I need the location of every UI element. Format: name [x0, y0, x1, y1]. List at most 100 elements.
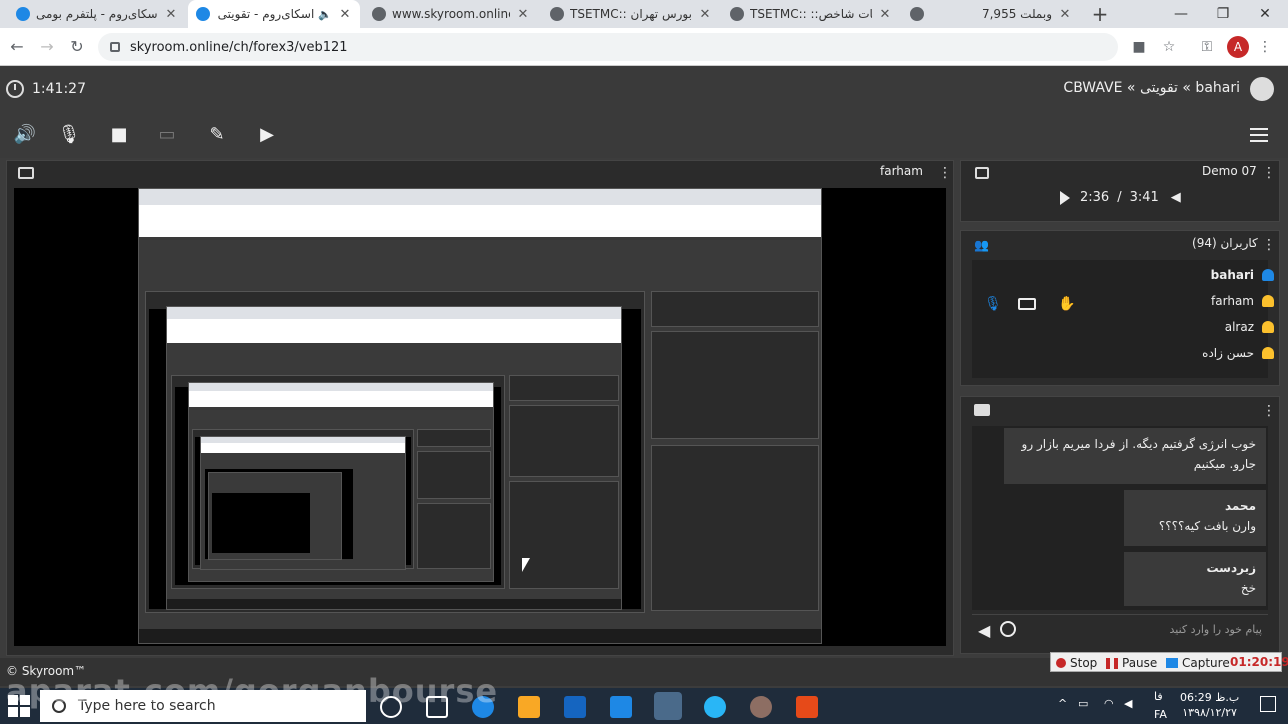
close-icon[interactable]: ✕: [338, 7, 352, 22]
chat-message: محمد وارن بافت کیه؟؟؟؟: [1124, 490, 1266, 546]
screen-icon[interactable]: [1018, 298, 1036, 310]
speaker-icon[interactable]: 🔊: [12, 124, 38, 146]
back-arrow-icon[interactable]: ←: [6, 36, 28, 58]
window-close-button[interactable]: ✕: [1244, 0, 1286, 28]
media-menu-icon[interactable]: ⋮: [1262, 166, 1276, 180]
globe-icon: [730, 7, 744, 21]
new-tab-button[interactable]: +: [1088, 2, 1112, 26]
user-account-icon[interactable]: [1250, 77, 1274, 101]
clock-icon: [6, 80, 24, 98]
browser-tab-6[interactable]: وبملت 7,955 ✕: [902, 0, 1080, 28]
nested-screen-level-5: [208, 472, 342, 560]
tab-label: وبملت 7,955: [981, 7, 1052, 21]
close-icon[interactable]: ✕: [1058, 7, 1072, 22]
capture-icon: [1166, 658, 1178, 668]
brush-icon[interactable]: ✎: [204, 124, 230, 146]
chat-menu-icon[interactable]: ⋮: [1262, 404, 1276, 418]
pause-label: Pause: [1122, 656, 1158, 670]
tray-chevron-icon[interactable]: ^: [1058, 697, 1067, 710]
globe-icon: [910, 7, 924, 21]
browser-tab-3[interactable]: www.skyroom.online ✕: [364, 0, 538, 28]
chat-icon: [974, 404, 990, 416]
rec-capture-button[interactable]: Capture: [1166, 654, 1230, 672]
chat-input[interactable]: ◀ پیام خود را وارد کنید: [972, 614, 1268, 644]
browser-tab-4[interactable]: TSETMC:: بورس تهران :: ✕: [542, 0, 720, 28]
volume-icon[interactable]: ◀: [1171, 190, 1181, 205]
user-row[interactable]: حسن زاده: [1202, 346, 1274, 360]
close-icon[interactable]: ✕: [516, 7, 530, 22]
chat-placeholder: پیام خود را وارد کنید: [1169, 623, 1262, 636]
minimize-button[interactable]: —: [1160, 0, 1202, 28]
media-title: Demo 07: [1202, 164, 1257, 178]
user-row[interactable]: farham: [1211, 294, 1274, 308]
play-icon[interactable]: [1060, 190, 1070, 205]
skyroom-favicon-icon: [196, 7, 210, 21]
user-name: حسن زاده: [1202, 346, 1254, 360]
sipan-icon[interactable]: [750, 696, 772, 718]
user-icon: [1262, 347, 1274, 359]
laptop-icon: [18, 167, 34, 179]
telegram-icon[interactable]: [704, 696, 726, 718]
app-icon[interactable]: [796, 696, 818, 718]
screen-share-icon[interactable]: ▭: [154, 124, 180, 146]
taskbar-clock[interactable]: 06:29 ب.ظ ۱۳۹۸/۱۲/۲۷: [1180, 690, 1239, 720]
user-name: alraz: [1224, 320, 1254, 334]
browser-tab-5[interactable]: TSETMC:: ::ـات شاخص ✕: [722, 0, 900, 28]
emoji-icon[interactable]: [1000, 621, 1016, 637]
browser-tab-1[interactable]: اسکای‌روم - پلتفرم بومی ✕: [8, 0, 186, 28]
room-toolbar: [0, 112, 1288, 158]
chrome-icon-active[interactable]: [654, 692, 682, 720]
keyboard-lang[interactable]: FA: [1154, 708, 1167, 721]
media-icon: [975, 167, 989, 179]
webcam-icon[interactable]: ■: [106, 124, 132, 146]
chat-message: زبردست خخ: [1124, 552, 1266, 606]
camera-icon[interactable]: ■: [1128, 36, 1150, 58]
profile-avatar[interactable]: A: [1227, 36, 1249, 58]
browser-tab-2[interactable]: اسکای‌روم - تقویتی 🔈 ✕: [188, 0, 360, 28]
file-explorer-icon[interactable]: [518, 696, 540, 718]
user-row[interactable]: bahari: [1211, 268, 1274, 282]
presenter-name: farham: [880, 164, 923, 178]
volume-tray-icon[interactable]: ◀: [1124, 697, 1132, 710]
hand-icon[interactable]: ✋: [1058, 296, 1075, 312]
media-duration: 3:41: [1129, 190, 1159, 205]
rec-stop-button[interactable]: Stop: [1056, 654, 1097, 672]
star-icon[interactable]: ☆: [1158, 36, 1180, 58]
notification-icon[interactable]: [1260, 696, 1276, 712]
restore-button[interactable]: ❐: [1202, 0, 1244, 28]
store-icon[interactable]: [564, 696, 586, 718]
mail-icon[interactable]: [610, 696, 632, 718]
url-bar[interactable]: skyroom.online/ch/forex3/veb121: [98, 33, 1118, 61]
clock-time: 06:29 ب.ظ: [1180, 691, 1240, 704]
stop-label: Stop: [1070, 656, 1098, 670]
tab-label: TSETMC:: بورس تهران ::: [570, 7, 692, 21]
close-icon[interactable]: ✕: [698, 7, 712, 22]
battery-icon: ▭: [1078, 697, 1089, 710]
rec-pause-button[interactable]: Pause: [1106, 654, 1157, 672]
mic-muted-icon[interactable]: 🎙: [56, 124, 82, 146]
media-player-icon[interactable]: ▶: [254, 124, 280, 146]
send-icon[interactable]: ◀: [978, 621, 990, 640]
reload-icon[interactable]: ↻: [66, 36, 88, 58]
users-menu-icon[interactable]: ⋮: [1262, 238, 1276, 252]
keyboard-lang-short[interactable]: فا: [1154, 690, 1163, 703]
forward-arrow-icon[interactable]: →: [36, 36, 58, 58]
globe-icon: [550, 7, 564, 21]
users-title: کاربران (94): [1192, 236, 1258, 250]
chat-message: خوب انرژی گرفتیم دیگه. از فردا میریم باز…: [1004, 428, 1266, 484]
user-name: bahari: [1210, 268, 1254, 282]
user-name: farham: [1211, 294, 1254, 308]
media-player: 2:36 / 3:41 ◀: [1060, 190, 1181, 205]
menu-icon[interactable]: [1250, 128, 1268, 142]
close-icon[interactable]: ✕: [164, 7, 178, 22]
menu-dots-icon[interactable]: ⋮: [1254, 36, 1276, 58]
address-bar-row: ← → ↻ skyroom.online/ch/forex3/veb121 ■ …: [0, 28, 1288, 66]
skyroom-favicon-icon: [16, 7, 30, 21]
capture-label: Capture: [1182, 656, 1230, 670]
user-row[interactable]: alraz: [1225, 320, 1274, 334]
close-icon[interactable]: ✕: [878, 7, 892, 22]
panel-menu-icon[interactable]: ⋮: [938, 166, 952, 180]
key-icon[interactable]: ⚿: [1196, 36, 1218, 58]
elapsed-time: 1:41:27: [32, 81, 86, 97]
mic-icon[interactable]: 🎙: [984, 296, 1002, 312]
